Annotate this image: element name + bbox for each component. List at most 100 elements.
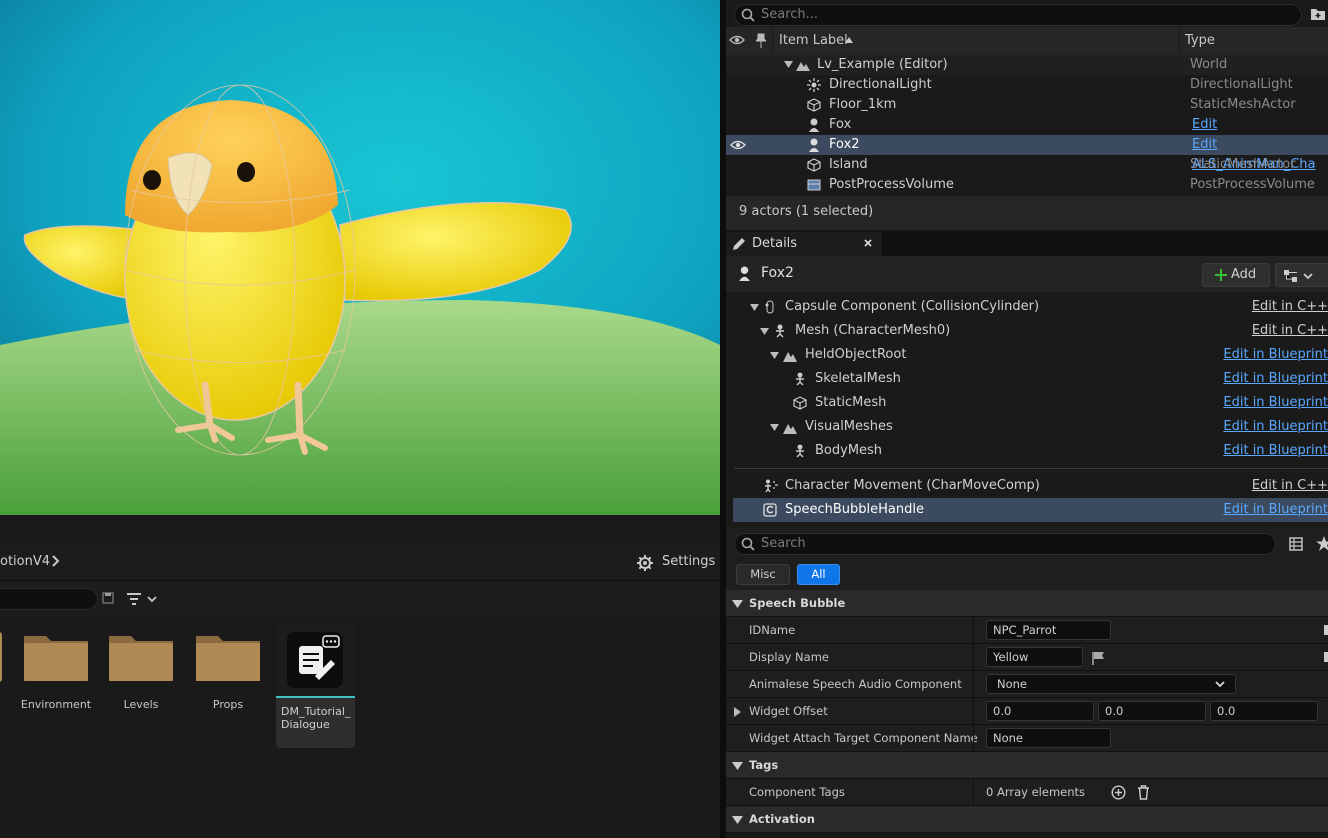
movement-icon <box>763 479 779 493</box>
edit-link[interactable]: Edit in Blueprint <box>1223 391 1328 415</box>
filter-icon[interactable] <box>126 592 158 606</box>
folder-icon <box>196 636 260 681</box>
add-component-button[interactable]: Add <box>1202 263 1270 287</box>
skeletal-mesh-icon <box>794 444 806 458</box>
category-speech-bubble[interactable]: Speech Bubble <box>726 590 1328 617</box>
component-visualmeshes[interactable]: VisualMeshes Edit in Blueprint <box>726 415 1328 439</box>
audio-component-dropdown[interactable]: None <box>986 674 1236 694</box>
edit-link[interactable]: Edit in C++ <box>1252 295 1328 319</box>
item-label-header[interactable]: Item Label <box>779 33 848 48</box>
outliner-row-directionallight[interactable]: DirectionalLight DirectionalLight <box>726 75 1328 95</box>
component-skeletalmesh[interactable]: SkeletalMesh Edit in Blueprint <box>726 367 1328 391</box>
grid-view-icon[interactable] <box>1289 537 1303 551</box>
component-heldobjectroot[interactable]: HeldObjectRoot Edit in Blueprint <box>726 343 1328 367</box>
chevron-down-icon[interactable] <box>770 352 779 359</box>
category-activation[interactable]: Activation <box>726 806 1328 833</box>
edit-link[interactable]: Edit in Blueprint <box>1223 343 1328 367</box>
outliner-row-postprocess[interactable]: PostProcessVolume PostProcessVolume <box>726 175 1328 195</box>
component-staticmesh[interactable]: StaticMesh Edit in Blueprint <box>726 391 1328 415</box>
actor-name[interactable]: Fox2 <box>761 265 794 281</box>
prop-separator <box>973 725 974 752</box>
breadcrumb-path[interactable]: otionV4 <box>0 554 50 569</box>
add-label: Add <box>1231 267 1257 282</box>
attach-target-input[interactable]: None <box>986 728 1111 748</box>
category-tags[interactable]: Tags <box>726 752 1328 779</box>
eye-icon[interactable] <box>730 139 746 151</box>
chevron-down-icon[interactable] <box>784 61 793 68</box>
save-icon[interactable] <box>102 592 114 604</box>
pin-icon[interactable] <box>756 33 766 48</box>
blueprint-options-button[interactable] <box>1275 263 1328 287</box>
capsule-icon <box>763 300 777 314</box>
offset-y-input[interactable]: 0.0 <box>1098 701 1206 721</box>
outliner-header: Item Label Type <box>726 27 1328 55</box>
chevron-down-icon <box>732 816 743 824</box>
asset-search-input[interactable] <box>0 588 98 610</box>
idname-input[interactable]: NPC_Parrot <box>986 620 1111 640</box>
component-bodymesh[interactable]: BodyMesh Edit in Blueprint <box>726 439 1328 463</box>
flag-icon[interactable] <box>1091 651 1105 665</box>
edit-link[interactable]: Edit in Blueprint <box>1223 367 1328 391</box>
gear-icon <box>636 554 654 572</box>
outliner-row-fox[interactable]: Fox Edit ALS_AnimMan_Cha <box>726 115 1328 152</box>
component-speechbubblehandle[interactable]: SpeechBubbleHandle Edit in Blueprint <box>733 498 1328 522</box>
search-icon <box>741 8 755 22</box>
filter-misc-button[interactable]: Misc <box>736 564 790 585</box>
close-icon[interactable] <box>863 236 873 250</box>
property-search-input[interactable]: Search <box>734 533 1276 555</box>
trash-icon[interactable] <box>1137 785 1150 800</box>
outliner-row-island[interactable]: Island StaticMeshActor <box>726 155 1328 175</box>
content-browser: otionV4 Settings Environment Levels Prop… <box>0 545 720 838</box>
skeletal-mesh-icon <box>774 324 786 338</box>
edit-link[interactable]: Edit in Blueprint <box>1223 439 1328 463</box>
row-label: Floor_1km <box>829 97 897 112</box>
prop-component-tags: Component Tags 0 Array elements <box>726 779 1328 806</box>
folder-levels[interactable]: Levels <box>103 630 179 711</box>
chevron-right-icon[interactable] <box>734 707 741 717</box>
edit-link[interactable]: Edit in C++ <box>1252 319 1328 343</box>
folder-props[interactable]: Props <box>190 630 266 711</box>
eye-icon[interactable] <box>729 34 745 46</box>
level-viewport[interactable] <box>0 0 720 515</box>
chevron-down-icon[interactable] <box>760 328 769 335</box>
edit-link[interactable]: Edit in Blueprint <box>1223 415 1328 439</box>
folder-environment[interactable]: Environment <box>18 630 94 711</box>
star-icon[interactable] <box>1316 536 1328 551</box>
component-charactermovement[interactable]: Character Movement (CharMoveComp) Edit i… <box>726 474 1328 498</box>
reset-arrow-icon[interactable] <box>1324 625 1328 635</box>
actor-count: 9 actors (1 selected) <box>739 204 874 219</box>
type-header[interactable]: Type <box>1185 33 1215 48</box>
offset-x-input[interactable]: 0.0 <box>986 701 1094 721</box>
world-icon <box>796 59 810 71</box>
component-mesh[interactable]: Mesh (CharacterMesh0) Edit in C++ <box>726 319 1328 343</box>
edit-link[interactable]: Edit in Blueprint <box>1223 498 1328 522</box>
reset-arrow-icon[interactable] <box>1324 652 1328 662</box>
chevron-down-icon <box>732 600 743 608</box>
component-capsule[interactable]: Capsule Component (CollisionCylinder) Ed… <box>726 295 1328 319</box>
display-name-input[interactable]: Yellow <box>986 647 1083 667</box>
chevron-down-icon[interactable] <box>770 424 779 431</box>
outliner-row-floor[interactable]: Floor_1km StaticMeshActor <box>726 95 1328 115</box>
static-mesh-icon <box>807 158 821 172</box>
tab-details[interactable]: Details <box>726 232 882 256</box>
chevron-down-icon[interactable] <box>750 304 759 311</box>
outliner-row-fox2[interactable]: Fox2 Edit ALS_AnimMan_Cha <box>726 135 1328 172</box>
outliner-search-input[interactable]: Search... <box>734 4 1302 26</box>
add-folder-icon[interactable] <box>1310 7 1326 21</box>
row-label: Island <box>829 157 868 172</box>
chevron-right-icon[interactable] <box>50 553 62 569</box>
search-placeholder: Search <box>761 536 806 551</box>
character-icon <box>738 266 751 281</box>
filter-all-button[interactable]: All <box>797 564 840 585</box>
asset-dm-tutorial-dialogue[interactable]: DM_Tutorial_ Dialogue <box>276 623 355 748</box>
static-mesh-icon <box>807 98 821 112</box>
row-label: Fox2 <box>829 137 860 152</box>
offset-z-input[interactable]: 0.0 <box>1210 701 1318 721</box>
folder-label: Props <box>212 698 244 711</box>
outliner-row-world[interactable]: Lv_Example (Editor) World <box>726 55 1328 75</box>
add-element-icon[interactable] <box>1111 785 1126 800</box>
row-type: PostProcessVolume <box>1190 177 1315 192</box>
folder-partial <box>0 632 2 682</box>
sort-ascending-icon[interactable] <box>845 37 853 43</box>
edit-link[interactable]: Edit in C++ <box>1252 474 1328 498</box>
